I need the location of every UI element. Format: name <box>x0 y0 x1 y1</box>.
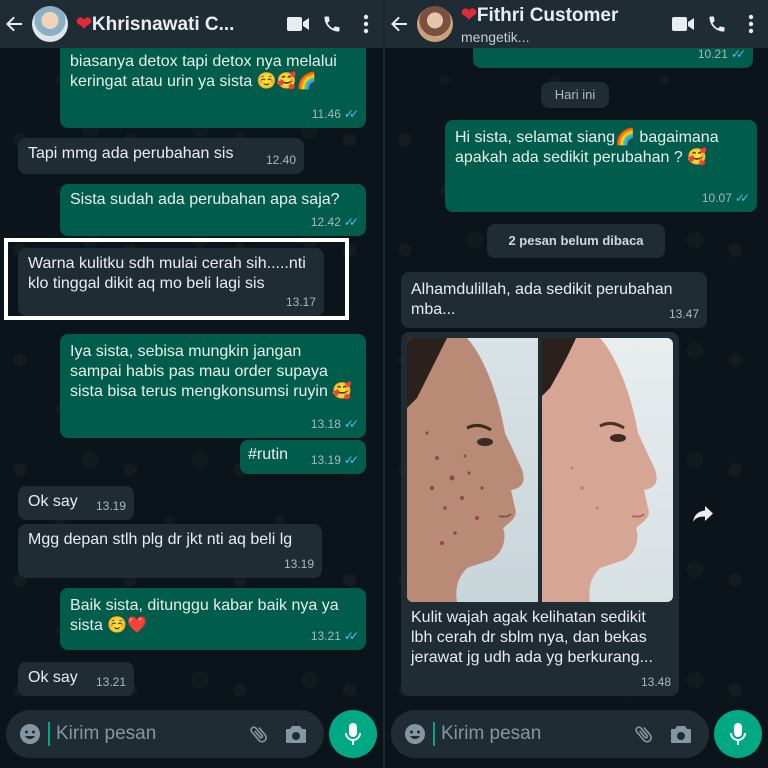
emoji-icon[interactable] <box>403 722 427 746</box>
more-options-icon[interactable] <box>349 14 383 34</box>
message-time: 12.40 <box>265 153 296 167</box>
message-text: Kulit wajah agak kelihatan sedikit lbh c… <box>411 609 653 666</box>
chat-header: ❤Fithri Customer mengetik... <box>385 0 768 48</box>
contact-info[interactable]: ❤Khrisnawati C... <box>76 13 281 36</box>
message-time: 13.48 <box>640 675 671 689</box>
message-incoming[interactable]: Alhamdulillah, ada sedikit perubahan mba… <box>401 272 707 328</box>
message-text: Mgg depan stlh plg dr jkt nti aq beli lg <box>28 531 293 548</box>
right-chat-panel: 10.21 ✓✓ Hari ini Hi sista, selamat siang… <box>385 0 768 768</box>
screenshot: biasanya detox tapi detox nya melalui ke… <box>0 0 768 768</box>
message-time: 13.18 <box>310 417 341 431</box>
contact-name: Fithri Customer <box>476 4 619 26</box>
text-caret <box>48 722 50 746</box>
message-meta: 13.18 ✓✓ <box>310 414 359 434</box>
video-call-icon[interactable] <box>666 16 700 32</box>
message-time: 13.19 <box>95 499 126 513</box>
contact-name: Khrisnawati C... <box>91 13 235 35</box>
message-time: 13.21 <box>310 629 341 643</box>
message-meta: 13.19 <box>284 554 314 574</box>
message-time: 13.47 <box>668 307 699 321</box>
double-check-icon: ✓✓ <box>343 417 359 431</box>
unread-separator: 2 pesan belum dibaca <box>487 224 665 258</box>
date-label: Hari ini <box>554 87 596 102</box>
camera-icon[interactable] <box>284 723 324 745</box>
message-text: Iya sista, sebisa mungkin jangan sampai … <box>70 343 353 400</box>
highlight-box <box>4 238 349 320</box>
heart-icon: ❤ <box>76 13 92 35</box>
double-check-icon: ✓✓ <box>343 629 359 643</box>
message-incoming[interactable]: Tapi mmg ada perubahan sis 12.40 <box>18 138 304 174</box>
phone-icon[interactable] <box>315 14 349 34</box>
double-check-icon: ✓✓ <box>343 453 359 467</box>
message-meta: 13.48 <box>641 672 671 692</box>
attach-icon[interactable] <box>633 723 669 745</box>
date-separator: Hari ini <box>541 82 609 108</box>
message-time: 13.21 <box>95 675 126 689</box>
message-outgoing[interactable]: Sista sudah ada perubahan apa saja? 12.4… <box>60 184 366 236</box>
mic-icon <box>344 722 362 746</box>
mic-icon <box>729 722 747 746</box>
message-outgoing[interactable]: Baik sista, ditunggu kabar baik nya ya s… <box>60 588 366 650</box>
video-call-icon[interactable] <box>281 16 315 32</box>
photo-after <box>542 338 673 602</box>
message-text: Alhamdulillah, ada sedikit perubahan mba… <box>411 281 673 318</box>
message-time: 11.46 <box>311 107 341 121</box>
message-meta: 12.40 <box>266 150 296 170</box>
message-input[interactable]: Kirim pesan <box>56 723 248 745</box>
forward-button[interactable] <box>687 498 719 530</box>
chat-header: ❤Khrisnawati C... <box>0 0 383 48</box>
message-meta: 13.47 <box>669 304 699 324</box>
text-caret <box>433 722 435 746</box>
message-input[interactable]: Kirim pesan <box>441 723 633 745</box>
message-time: 13.19 <box>310 453 341 467</box>
photo-before <box>407 338 538 602</box>
left-chat-panel: biasanya detox tapi detox nya melalui ke… <box>0 0 383 768</box>
message-outgoing[interactable]: #rutin 13.19 ✓✓ <box>240 440 366 474</box>
message-text: Sista sudah ada perubahan apa saja? <box>70 191 340 208</box>
message-text: Hi sista, selamat siang🌈 bagaimana apaka… <box>455 129 719 166</box>
message-composer[interactable]: Kirim pesan <box>6 710 324 758</box>
image-message[interactable]: Kulit wajah agak kelihatan sedikit lbh c… <box>401 332 679 696</box>
camera-icon[interactable] <box>669 723 709 745</box>
emoji-icon[interactable] <box>18 722 42 746</box>
avatar[interactable] <box>32 6 68 42</box>
message-meta: 13.19 ✓✓ <box>310 450 359 470</box>
back-arrow-icon[interactable] <box>389 14 415 34</box>
message-meta: 13.21 <box>96 672 126 692</box>
message-incoming[interactable]: Ok say 13.21 <box>18 662 134 696</box>
message-outgoing[interactable]: Iya sista, sebisa mungkin jangan sampai … <box>60 334 366 438</box>
message-meta: 11.46 ✓✓ <box>311 104 359 124</box>
unread-label: 2 pesan belum dibaca <box>508 233 644 248</box>
message-time: 13.19 <box>283 557 314 571</box>
message-incoming[interactable]: Mgg depan stlh plg dr jkt nti aq beli lg… <box>18 524 322 578</box>
message-outgoing[interactable]: biasanya detox tapi detox nya melalui ke… <box>60 40 366 128</box>
double-check-icon: ✓✓ <box>734 191 750 205</box>
message-text: biasanya detox tapi detox nya melalui ke… <box>70 53 337 90</box>
message-meta: 13.19 <box>96 496 126 516</box>
phone-icon[interactable] <box>700 14 734 34</box>
message-meta: 13.21 ✓✓ <box>310 626 359 646</box>
back-arrow-icon[interactable] <box>4 14 30 34</box>
attach-icon[interactable] <box>248 723 284 745</box>
double-check-icon: ✓✓ <box>343 107 359 121</box>
message-text: Tapi mmg ada perubahan sis <box>28 145 234 162</box>
message-incoming[interactable]: Ok say 13.19 <box>18 486 134 520</box>
typing-status: mengetik... <box>461 28 530 45</box>
message-composer[interactable]: Kirim pesan <box>391 710 709 758</box>
forward-icon <box>692 505 714 523</box>
mic-button[interactable] <box>714 710 762 758</box>
before-after-photo[interactable] <box>407 338 673 602</box>
mic-button[interactable] <box>329 710 377 758</box>
double-check-icon: ✓✓ <box>343 215 359 229</box>
message-time: 12.42 <box>310 215 341 229</box>
message-meta: 12.42 ✓✓ <box>310 212 359 232</box>
message-meta: 10.07 ✓✓ <box>701 188 750 208</box>
message-time: 10.07 <box>701 191 732 205</box>
message-outgoing[interactable]: Hi sista, selamat siang🌈 bagaimana apaka… <box>445 120 757 212</box>
heart-icon: ❤ <box>461 4 477 26</box>
avatar[interactable] <box>417 6 453 42</box>
more-options-icon[interactable] <box>734 14 768 34</box>
contact-info[interactable]: ❤Fithri Customer mengetik... <box>461 4 666 45</box>
